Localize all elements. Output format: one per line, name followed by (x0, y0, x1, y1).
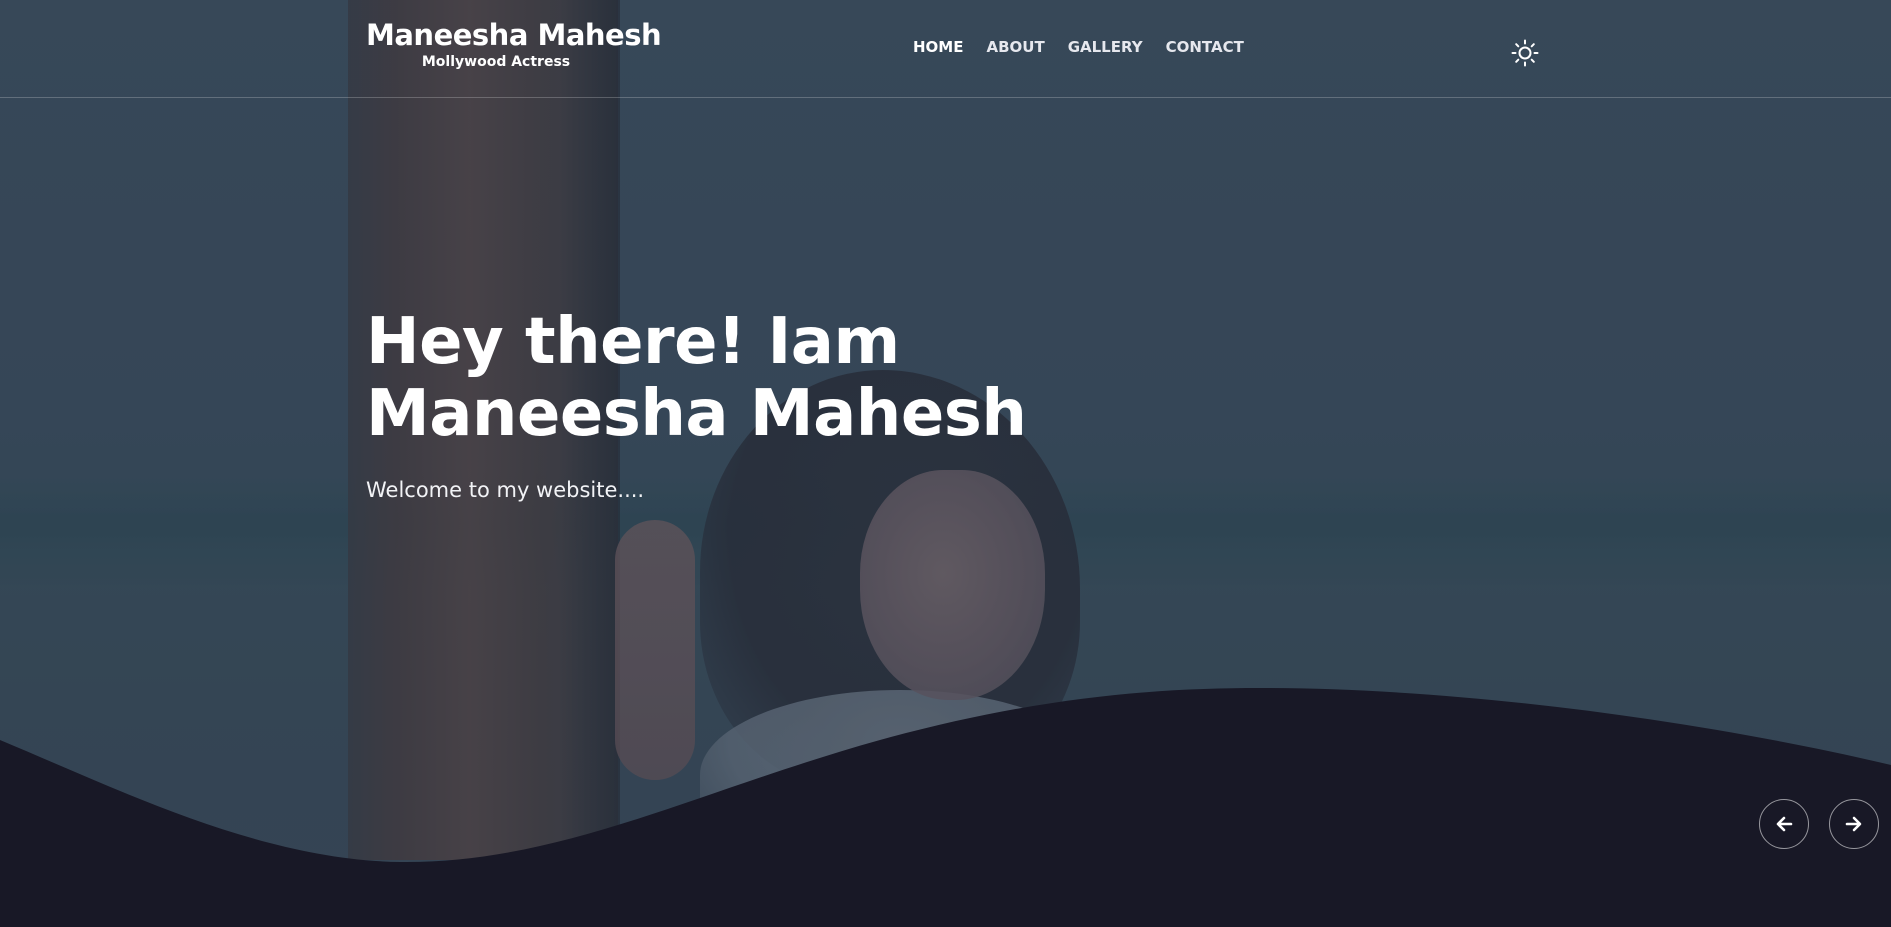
site-header: Maneesha Mahesh Mollywood Actress HOME A… (0, 0, 1891, 98)
arrow-right-icon (1845, 816, 1862, 832)
arrow-left-icon (1776, 816, 1793, 832)
main-nav: HOME ABOUT GALLERY CONTACT (913, 38, 1244, 56)
hero-text-block: Hey there! Iam Maneesha Mahesh Welcome t… (366, 306, 1186, 504)
hero-title: Hey there! Iam Maneesha Mahesh (366, 305, 1027, 451)
nav-item-contact[interactable]: CONTACT (1166, 38, 1244, 56)
nav-item-home[interactable]: HOME (913, 38, 963, 56)
theme-toggle-button[interactable] (1510, 38, 1540, 68)
slider-next-button[interactable] (1829, 799, 1879, 849)
hero-section: Maneesha Mahesh Mollywood Actress HOME A… (0, 0, 1891, 927)
nav-item-about[interactable]: ABOUT (986, 38, 1044, 56)
brand-subtitle: Mollywood Actress (421, 54, 571, 70)
sun-icon (1511, 39, 1539, 67)
brand-logo[interactable]: Maneesha Mahesh Mollywood Actress (366, 16, 662, 70)
nav-item-gallery[interactable]: GALLERY (1068, 38, 1143, 56)
brand-title: Maneesha Mahesh (366, 18, 662, 52)
hero-subtitle: Welcome to my website.... (366, 478, 645, 502)
slider-prev-button[interactable] (1759, 799, 1809, 849)
